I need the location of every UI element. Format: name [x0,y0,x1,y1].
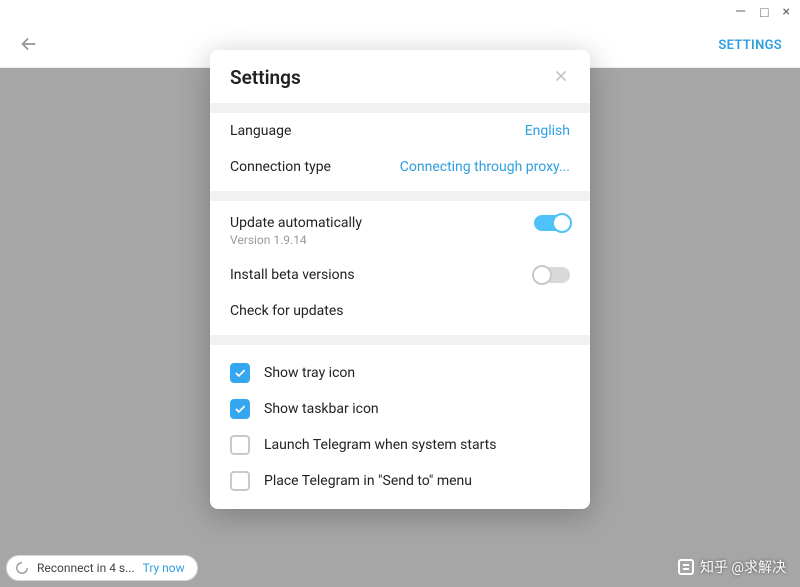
version-text: Version 1.9.14 [230,233,362,247]
settings-tab-link[interactable]: SETTINGS [718,38,782,53]
show-taskbar-checkbox[interactable] [230,399,250,419]
connection-row[interactable]: Connection type Connecting through proxy… [210,149,590,191]
check-icon [233,366,247,380]
language-value: English [525,123,570,139]
install-beta-label: Install beta versions [230,267,355,283]
connection-status-pill: Reconnect in 4 s... Try now [6,555,198,581]
watermark-text: 知乎 @求解决 [700,557,786,577]
divider [210,103,590,113]
show-tray-checkbox[interactable] [230,363,250,383]
back-button[interactable] [18,33,40,59]
check-icon [233,402,247,416]
close-button[interactable] [552,67,570,88]
sendto-row[interactable]: Place Telegram in "Send to" menu [210,463,590,509]
watermark: 知乎 @求解决 [678,557,786,577]
sendto-checkbox[interactable] [230,471,250,491]
try-now-link[interactable]: Try now [143,561,185,575]
install-beta-toggle[interactable] [534,267,570,283]
language-row[interactable]: Language English [210,113,590,149]
install-beta-row[interactable]: Install beta versions [210,257,590,293]
show-tray-label: Show tray icon [264,365,355,381]
connection-label: Connection type [230,159,331,175]
language-label: Language [230,123,291,139]
window-titlebar: — □ × [0,0,800,24]
check-updates-label: Check for updates [230,303,344,319]
spinner-icon [15,561,29,575]
launch-startup-row[interactable]: Launch Telegram when system starts [210,427,590,463]
connection-value: Connecting through proxy... [400,159,570,175]
minimize-button[interactable]: — [735,4,746,20]
update-auto-row[interactable]: Update automatically Version 1.9.14 [210,201,590,257]
show-tray-row[interactable]: Show tray icon [210,355,590,391]
close-icon [552,67,570,85]
modal-title: Settings [230,66,301,89]
launch-startup-checkbox[interactable] [230,435,250,455]
maximize-button[interactable]: □ [760,4,768,21]
divider [210,335,590,345]
divider [210,191,590,201]
check-updates-row[interactable]: Check for updates [210,293,590,335]
sendto-label: Place Telegram in "Send to" menu [264,473,472,489]
launch-startup-label: Launch Telegram when system starts [264,437,496,453]
zhihu-icon [678,559,694,575]
update-auto-toggle[interactable] [534,215,570,231]
settings-modal: Settings Language English Connection typ… [210,50,590,509]
status-text: Reconnect in 4 s... [37,561,135,575]
window-close-button[interactable]: × [783,4,790,20]
show-taskbar-row[interactable]: Show taskbar icon [210,391,590,427]
show-taskbar-label: Show taskbar icon [264,401,379,417]
arrow-left-icon [18,33,40,55]
update-auto-label: Update automatically [230,215,362,231]
